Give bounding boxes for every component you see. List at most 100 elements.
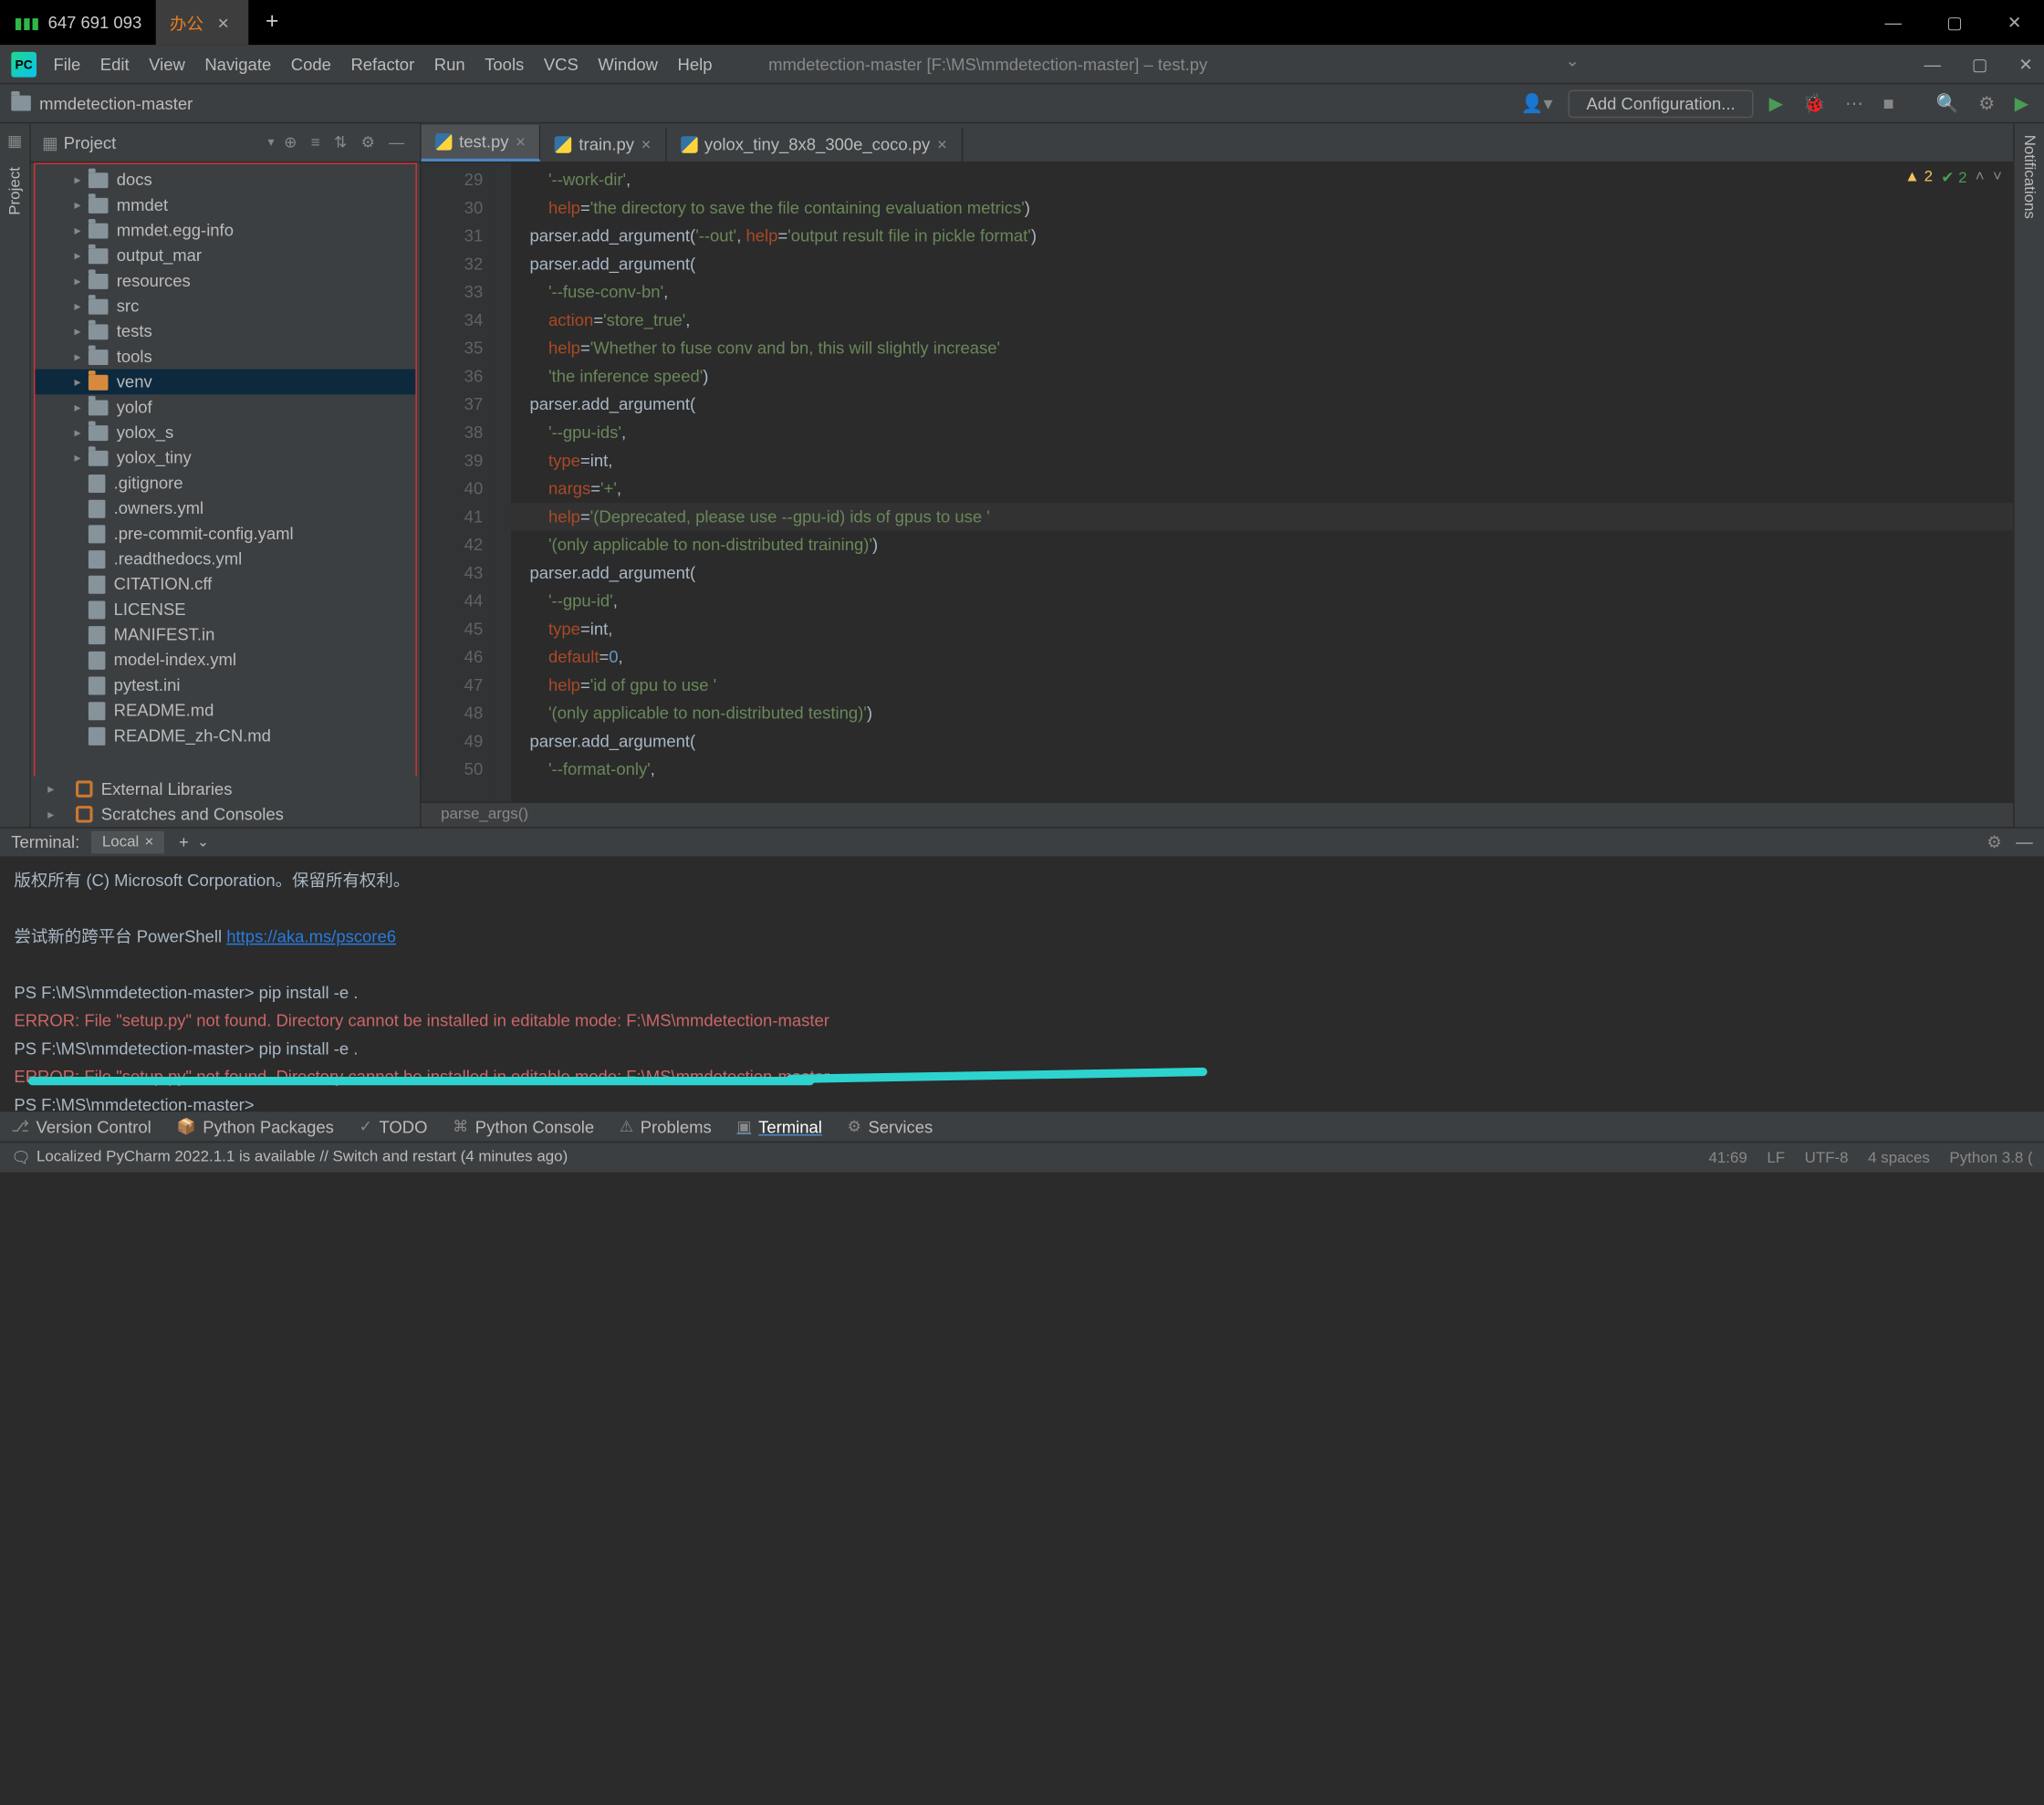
maximize-icon[interactable]: ▢ bbox=[1972, 54, 1987, 74]
line-separator[interactable]: LF bbox=[1767, 1149, 1785, 1165]
tree-item-model-index-yml[interactable]: model-index.yml bbox=[35, 647, 415, 673]
tree-item-yolox-s[interactable]: ▸yolox_s bbox=[35, 420, 415, 445]
menu-vcs[interactable]: VCS bbox=[544, 54, 579, 74]
menu-file[interactable]: File bbox=[53, 54, 80, 74]
tool-todo[interactable]: ✓TODO bbox=[360, 1117, 428, 1137]
project-gutter-label[interactable]: Project bbox=[6, 167, 23, 215]
editor-tab-yolox-tiny-8x8-300e-coco-py[interactable]: yolox_tiny_8x8_300e_coco.py× bbox=[666, 128, 962, 162]
close-tab-icon[interactable]: × bbox=[641, 135, 652, 155]
tool-services[interactable]: ⚙Services bbox=[848, 1117, 933, 1137]
indent-setting[interactable]: 4 spaces bbox=[1868, 1149, 1930, 1165]
editor-tab-test-py[interactable]: test.py× bbox=[422, 125, 541, 162]
tree-item-pytest-ini[interactable]: pytest.ini bbox=[35, 673, 415, 698]
run-icon[interactable]: ▶ bbox=[1765, 92, 1788, 115]
tree-item-readme-md[interactable]: README.md bbox=[35, 698, 415, 724]
add-configuration-button[interactable]: Add Configuration... bbox=[1569, 89, 1754, 118]
minimize-icon[interactable]: — bbox=[1924, 54, 1941, 74]
close-icon[interactable]: × bbox=[144, 834, 153, 850]
project-tree[interactable]: ▸docs▸mmdet▸mmdet.egg-info▸output_mar▸re… bbox=[34, 162, 417, 776]
maximize-icon[interactable]: ▢ bbox=[1924, 13, 1986, 33]
tree-item--readthedocs-yml[interactable]: .readthedocs.yml bbox=[35, 546, 415, 571]
terminal-output[interactable]: 版权所有 (C) Microsoft Corporation。保留所有权利。 尝… bbox=[0, 858, 2044, 1111]
settings-icon[interactable]: ⚙ bbox=[1975, 92, 1999, 115]
search-icon[interactable]: 🔍 bbox=[1932, 92, 1963, 115]
editor-body[interactable]: 2930313233343536373839404142434445464748… bbox=[422, 162, 2014, 801]
status-message[interactable]: Localized PyCharm 2022.1.1 is available … bbox=[36, 1148, 568, 1166]
editor-tab-train-py[interactable]: train.py× bbox=[541, 128, 667, 162]
more-run-icon[interactable]: ⋯ bbox=[1841, 92, 1867, 115]
tree-item--pre-commit-config-yaml[interactable]: .pre-commit-config.yaml bbox=[35, 521, 415, 547]
hide-terminal-icon[interactable]: — bbox=[2016, 832, 2032, 852]
tree-item-scratches-and-consoles[interactable]: ▸Scratches and Consoles bbox=[31, 801, 420, 827]
chevron-up-icon[interactable]: ˄ bbox=[1976, 169, 1985, 187]
tree-item-yolox-tiny[interactable]: ▸yolox_tiny bbox=[35, 445, 415, 471]
tool-terminal[interactable]: ▣Terminal bbox=[736, 1117, 821, 1137]
chevron-down-icon[interactable]: ⌄ bbox=[197, 835, 209, 850]
close-window-icon[interactable]: ✕ bbox=[1985, 13, 2044, 33]
tree-item-tools[interactable]: ▸tools bbox=[35, 344, 415, 370]
menu-view[interactable]: View bbox=[149, 54, 185, 74]
tree-item--owners-yml[interactable]: .owners.yml bbox=[35, 496, 415, 521]
tree-item-output-mar[interactable]: ▸output_mar bbox=[35, 243, 415, 268]
tree-item-readme-zh-cn-md[interactable]: README_zh-CN.md bbox=[35, 723, 415, 748]
menu-refactor[interactable]: Refactor bbox=[350, 54, 414, 74]
settings-icon[interactable]: ⚙ bbox=[357, 133, 379, 151]
browser-tab-2[interactable]: 办公 × bbox=[156, 0, 249, 45]
terminal-tab[interactable]: Local× bbox=[91, 831, 165, 854]
tool-python-packages[interactable]: 📦Python Packages bbox=[176, 1117, 333, 1137]
tree-item-mmdet[interactable]: ▸mmdet bbox=[35, 193, 415, 218]
code-breadcrumb[interactable]: parse_args() bbox=[422, 801, 2014, 827]
menu-tools[interactable]: Tools bbox=[485, 54, 524, 74]
chevron-down-icon[interactable]: ˅ bbox=[1993, 169, 2002, 187]
notifications-gutter-label[interactable]: Notifications bbox=[2021, 135, 2038, 219]
breadcrumb[interactable]: mmdetection-master bbox=[39, 93, 193, 113]
tree-item-docs[interactable]: ▸docs bbox=[35, 167, 415, 193]
interpreter[interactable]: Python 3.8 ( bbox=[1949, 1149, 2032, 1165]
sort-icon[interactable]: ≡ bbox=[307, 134, 324, 151]
menu-edit[interactable]: Edit bbox=[100, 54, 130, 74]
chevron-down-icon[interactable]: ⌄ bbox=[1565, 50, 1579, 70]
dropdown-icon[interactable]: ▾ bbox=[267, 135, 274, 151]
tree-item-citation-cff[interactable]: CITATION.cff bbox=[35, 571, 415, 597]
menu-navigate[interactable]: Navigate bbox=[204, 54, 271, 74]
stop-icon[interactable]: ■ bbox=[1879, 93, 1898, 114]
tree-item-manifest-in[interactable]: MANIFEST.in bbox=[35, 622, 415, 648]
tree-item-src[interactable]: ▸src bbox=[35, 294, 415, 319]
code-content[interactable]: '--work-dir', help='the directory to sav… bbox=[511, 162, 2013, 801]
tree-item-external-libraries[interactable]: ▸External Libraries bbox=[31, 777, 420, 802]
project-tool-icon[interactable]: ▦ bbox=[7, 132, 22, 151]
debug-icon[interactable]: 🐞 bbox=[1799, 92, 1830, 115]
tree-item-mmdet-egg-info[interactable]: ▸mmdet.egg-info bbox=[35, 217, 415, 243]
tree-item-tests[interactable]: ▸tests bbox=[35, 318, 415, 344]
expand-icon[interactable]: ⇅ bbox=[329, 133, 350, 151]
tree-item-yolof[interactable]: ▸yolof bbox=[35, 394, 415, 420]
tool-problems[interactable]: ⚠Problems bbox=[620, 1117, 712, 1137]
close-icon[interactable]: ✕ bbox=[2018, 54, 2032, 74]
menu-help[interactable]: Help bbox=[678, 54, 713, 74]
add-tab-button[interactable]: + bbox=[248, 10, 295, 36]
close-tab-icon[interactable]: × bbox=[937, 135, 947, 155]
browser-tab-1[interactable]: ▮▮▮ 647 691 093 bbox=[0, 0, 156, 45]
tree-item-venv[interactable]: ▸venv bbox=[35, 370, 415, 395]
run-anything-icon[interactable]: ▶ bbox=[2010, 92, 2033, 115]
menu-run[interactable]: Run bbox=[434, 54, 465, 74]
menu-code[interactable]: Code bbox=[291, 54, 331, 74]
inspection-badge[interactable]: ✔ 2 bbox=[1941, 169, 1966, 187]
cursor-position[interactable]: 41:69 bbox=[1708, 1149, 1747, 1165]
fold-gutter[interactable] bbox=[495, 162, 511, 801]
add-terminal-icon[interactable]: + bbox=[179, 832, 189, 852]
file-encoding[interactable]: UTF-8 bbox=[1805, 1149, 1849, 1165]
menu-window[interactable]: Window bbox=[598, 54, 658, 74]
tree-item-resources[interactable]: ▸resources bbox=[35, 268, 415, 294]
tool-python-console[interactable]: ⌘Python Console bbox=[453, 1117, 594, 1137]
warning-badge[interactable]: ▲ 2 bbox=[1904, 169, 1933, 187]
close-tab-icon[interactable]: × bbox=[516, 132, 526, 152]
tree-item--gitignore[interactable]: .gitignore bbox=[35, 470, 415, 496]
avatar-icon[interactable]: 👤▾ bbox=[1517, 92, 1557, 115]
project-header[interactable]: Project bbox=[64, 132, 263, 152]
target-icon[interactable]: ⊕ bbox=[280, 133, 301, 151]
link[interactable]: https://aka.ms/pscore6 bbox=[226, 926, 396, 946]
terminal-settings-icon[interactable]: ⚙ bbox=[1987, 832, 2002, 852]
tree-item-license[interactable]: LICENSE bbox=[35, 597, 415, 622]
tool-version-control[interactable]: ⎇Version Control bbox=[11, 1117, 151, 1137]
